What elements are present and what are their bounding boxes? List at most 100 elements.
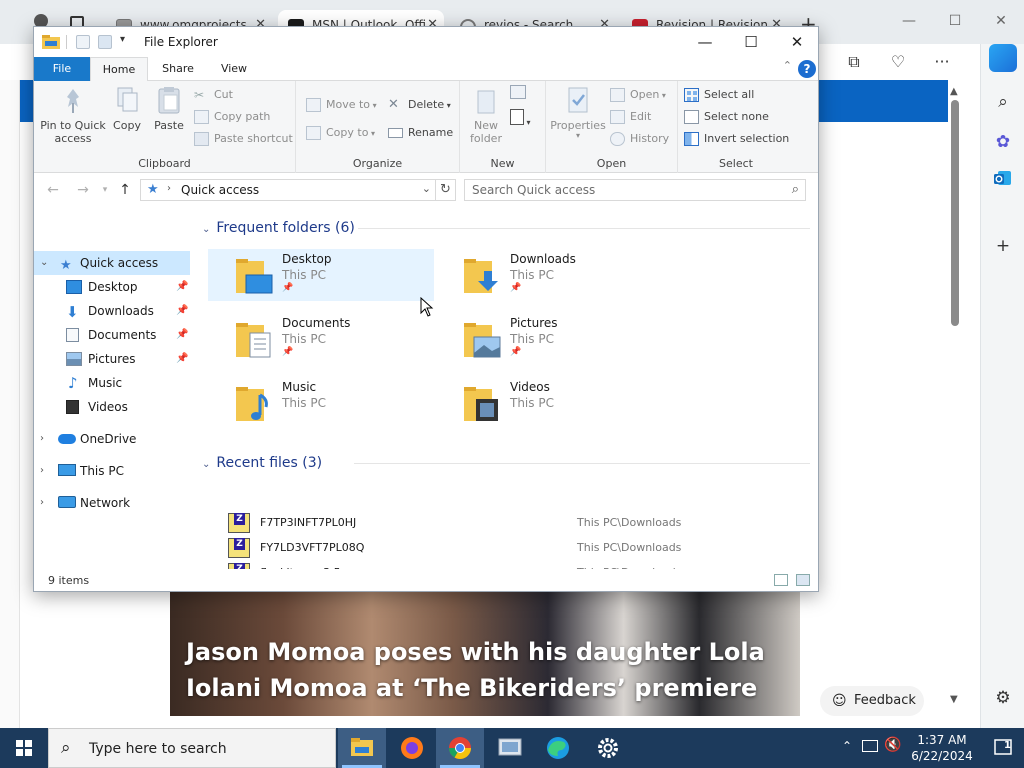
frequent-folders-header[interactable]: ⌄ Frequent folders (6) xyxy=(202,217,355,239)
scrollbar-thumb[interactable] xyxy=(951,100,959,326)
nav-item-this-pc[interactable]: › This PC xyxy=(34,459,190,483)
chevron-up-icon[interactable]: ⌃ xyxy=(842,739,852,753)
outlook-icon[interactable] xyxy=(991,168,1015,192)
taskbar-app-chrome[interactable] xyxy=(436,728,484,768)
tab-view[interactable]: View xyxy=(208,57,260,81)
nav-item-pictures[interactable]: Pictures 📌 xyxy=(34,347,190,371)
nav-item-desktop[interactable]: Desktop 📌 xyxy=(34,275,190,299)
maximize-icon[interactable]: ☐ xyxy=(728,27,774,57)
recent-file-row[interactable]: Z flyakiteosx 3.5 This PC\Downloads xyxy=(224,561,814,583)
pin-icon[interactable]: 📌 xyxy=(176,347,188,371)
network-icon[interactable] xyxy=(862,740,878,752)
properties-quick-icon[interactable] xyxy=(76,35,90,49)
invert-selection-button[interactable]: Invert selection xyxy=(684,129,789,149)
move-to-button[interactable]: Move to ▾ xyxy=(306,95,377,115)
recent-file-row[interactable]: Z FY7LD3VFT7PL08Q This PC\Downloads xyxy=(224,536,814,560)
taskbar-app-firefox[interactable] xyxy=(388,728,436,768)
pin-icon[interactable]: 📌 xyxy=(176,323,188,347)
news-card-image[interactable]: Jason Momoa poses with his daughter Lola… xyxy=(170,590,800,716)
notifications-button[interactable]: 1 xyxy=(992,736,1016,760)
scroll-down-icon[interactable]: ▼ xyxy=(950,694,958,705)
browser-essentials-icon[interactable]: ♡ xyxy=(886,50,910,74)
large-icons-view-icon[interactable] xyxy=(796,574,810,586)
address-bar[interactable]: ★ › Quick access ⌄ xyxy=(140,179,436,201)
taskbar-app-remote[interactable] xyxy=(486,728,534,768)
refresh-icon[interactable]: ↻ xyxy=(436,179,456,201)
minimize-icon[interactable]: — xyxy=(886,6,932,36)
properties-button[interactable]: Properties ▾ xyxy=(548,85,608,140)
news-headline[interactable]: Jason Momoa poses with his daughter Lola… xyxy=(186,634,786,706)
pin-icon[interactable]: 📌 xyxy=(176,299,188,323)
tab-share[interactable]: Share xyxy=(152,57,204,81)
paste-button[interactable]: Paste xyxy=(152,85,186,132)
collapse-ribbon-icon[interactable]: ⌃ xyxy=(783,59,792,72)
chevron-down-icon[interactable]: ⌄ xyxy=(422,182,431,195)
scroll-up-icon[interactable]: ▲ xyxy=(950,86,958,97)
folder-tile-desktop[interactable]: Desktop This PC 📌 xyxy=(208,249,434,301)
copy-path-button[interactable]: Copy path xyxy=(194,107,270,127)
select-none-button[interactable]: Select none xyxy=(684,107,769,127)
forward-arrow-icon[interactable]: → xyxy=(74,181,92,199)
chevron-right-icon[interactable]: › xyxy=(40,427,44,451)
open-button[interactable]: Open ▾ xyxy=(610,85,666,105)
nav-item-videos[interactable]: Videos xyxy=(34,395,190,419)
feedback-button[interactable]: ☺ Feedback xyxy=(820,686,924,716)
tab-home[interactable]: Home xyxy=(90,57,148,82)
folder-tile-pictures[interactable]: Pictures This PC 📌 xyxy=(436,313,662,365)
folder-tile-videos[interactable]: Videos This PC xyxy=(436,377,662,429)
folder-tile-music[interactable]: Music This PC xyxy=(208,377,434,429)
start-button[interactable] xyxy=(0,728,48,768)
taskbar-search-box[interactable]: ⌕ Type here to search xyxy=(48,728,336,768)
minimize-icon[interactable]: — xyxy=(682,27,728,57)
taskbar-app-edge[interactable] xyxy=(534,728,582,768)
settings-icon[interactable]: ⚙ xyxy=(991,686,1015,710)
delete-button[interactable]: ✕ Delete ▾ xyxy=(388,95,451,115)
select-all-button[interactable]: Select all xyxy=(684,85,754,105)
history-button[interactable]: History xyxy=(610,129,669,149)
recent-locations-icon[interactable]: ▾ xyxy=(96,181,114,199)
close-icon[interactable]: ✕ xyxy=(774,27,818,57)
copy-button[interactable]: Copy xyxy=(110,85,144,132)
new-folder-button[interactable]: New folder xyxy=(466,85,506,145)
paste-shortcut-button[interactable]: Paste shortcut xyxy=(194,129,293,149)
page-scrollbar[interactable]: ▲ ▼ xyxy=(948,86,962,720)
nav-item-documents[interactable]: Documents 📌 xyxy=(34,323,190,347)
close-icon[interactable]: ✕ xyxy=(978,6,1024,36)
nav-item-downloads[interactable]: ⬇ Downloads 📌 xyxy=(34,299,190,323)
pin-to-quick-access-button[interactable]: Pin to Quick access xyxy=(40,85,106,145)
nav-item-network[interactable]: › Network xyxy=(34,491,190,515)
nav-item-music[interactable]: ♪ Music xyxy=(34,371,190,395)
search-input[interactable]: Search Quick access ⌕ xyxy=(464,179,806,201)
new-item-button[interactable] xyxy=(510,85,534,105)
clock[interactable]: 1:37 AM 6/22/2024 xyxy=(904,732,980,764)
recent-files-header[interactable]: ⌄ Recent files (3) xyxy=(202,452,322,474)
volume-muted-icon[interactable]: 🔇 xyxy=(884,737,901,753)
copilot-app-icon[interactable]: ✿ xyxy=(991,130,1015,154)
collections-icon[interactable]: ⧉ xyxy=(842,50,866,74)
nav-item-quick-access[interactable]: ⌄ ★ Quick access xyxy=(34,251,190,275)
new-folder-quick-icon[interactable] xyxy=(98,35,112,49)
more-icon[interactable]: ··· xyxy=(930,50,954,74)
recent-file-row[interactable]: Z F7TP3INFT7PL0HJ This PC\Downloads xyxy=(224,511,814,535)
rename-button[interactable]: Rename xyxy=(388,123,453,143)
chevron-down-icon[interactable]: ⌄ xyxy=(40,251,48,275)
pin-icon[interactable]: 📌 xyxy=(176,275,188,299)
cut-button[interactable]: ✂ Cut xyxy=(194,85,233,105)
back-arrow-icon[interactable]: ← xyxy=(44,181,62,199)
customize-toolbar-icon[interactable]: ▾ xyxy=(120,34,125,45)
tab-file[interactable]: File xyxy=(34,57,90,81)
taskbar-app-settings[interactable] xyxy=(584,728,632,768)
folder-tile-downloads[interactable]: Downloads This PC 📌 xyxy=(436,249,662,301)
up-arrow-icon[interactable]: ↑ xyxy=(116,181,134,199)
taskbar-app-file-explorer[interactable] xyxy=(338,728,386,768)
easy-access-button[interactable]: ▾ xyxy=(510,109,538,129)
copy-to-button[interactable]: Copy to ▾ xyxy=(306,123,375,143)
help-icon[interactable]: ? xyxy=(798,60,816,78)
chevron-right-icon[interactable]: › xyxy=(40,491,44,515)
search-icon[interactable]: ⌕ xyxy=(991,90,1015,114)
nav-item-onedrive[interactable]: › OneDrive xyxy=(34,427,190,451)
details-view-icon[interactable] xyxy=(774,574,788,586)
maximize-icon[interactable]: ☐ xyxy=(932,6,978,36)
copilot-icon[interactable] xyxy=(989,44,1017,72)
chevron-right-icon[interactable]: › xyxy=(40,459,44,483)
